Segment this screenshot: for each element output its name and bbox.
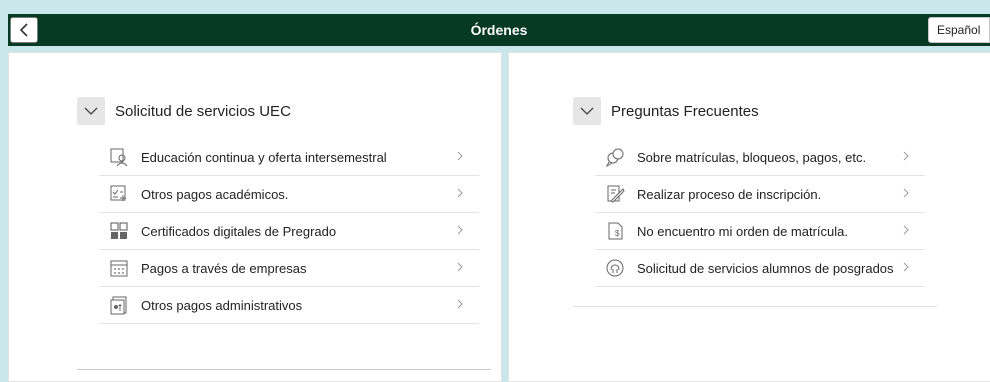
chevron-right-icon bbox=[457, 262, 463, 272]
chevron-right-icon bbox=[457, 151, 463, 161]
support-globe-icon bbox=[605, 258, 625, 278]
item-label: Sobre matrículas, bloqueos, pagos, etc. bbox=[637, 149, 867, 165]
chevron-right-icon bbox=[457, 299, 463, 309]
item-label: Certificados digitales de Pregrado bbox=[141, 223, 337, 239]
person-board-icon bbox=[109, 147, 129, 167]
divider bbox=[573, 306, 937, 307]
page-title: Órdenes bbox=[470, 22, 528, 38]
checklist-add-icon bbox=[109, 184, 129, 204]
faq-list: Sobre matrículas, bloqueos, pagos, etc. … bbox=[595, 139, 925, 287]
item-label: Educación continua y oferta intersemestr… bbox=[141, 149, 387, 165]
section-title: Preguntas Frecuentes bbox=[611, 102, 759, 120]
list-item[interactable]: Realizar proceso de inscripción. bbox=[595, 176, 925, 213]
calendar-grid-icon bbox=[109, 258, 129, 278]
item-label: Solicitud de servicios alumnos de posgra… bbox=[637, 260, 894, 276]
list-item[interactable]: Sobre matrículas, bloqueos, pagos, etc. bbox=[595, 139, 925, 176]
list-item[interactable]: $ No encuentro mi orden de matrícula. bbox=[595, 213, 925, 250]
document-dollar-icon: $ bbox=[605, 221, 625, 241]
list-item[interactable]: Certificados digitales de Pregrado bbox=[99, 213, 479, 250]
chevron-down-icon bbox=[580, 107, 594, 115]
list-item[interactable]: Educación continua y oferta intersemestr… bbox=[99, 139, 479, 176]
list-item[interactable]: Otros pagos académicos. bbox=[99, 176, 479, 213]
chevron-right-icon bbox=[903, 225, 909, 235]
grid-apps-icon bbox=[109, 221, 129, 241]
language-selector[interactable]: Español bbox=[928, 17, 990, 43]
services-list: Educación continua y oferta intersemestr… bbox=[99, 139, 479, 324]
chevron-right-icon bbox=[903, 262, 909, 272]
section-title: Solicitud de servicios UEC bbox=[115, 102, 291, 120]
chevron-right-icon bbox=[457, 225, 463, 235]
chevron-down-icon bbox=[84, 107, 98, 115]
item-label: Otros pagos académicos. bbox=[141, 186, 289, 202]
services-panel: Solicitud de servicios UEC Educación con… bbox=[8, 52, 502, 382]
collapse-toggle[interactable] bbox=[77, 97, 105, 125]
collapse-toggle[interactable] bbox=[573, 97, 601, 125]
discussion-icon bbox=[605, 147, 625, 167]
divider bbox=[77, 369, 491, 370]
item-label: Realizar proceso de inscripción. bbox=[637, 186, 822, 202]
list-item[interactable]: Solicitud de servicios alumnos de posgra… bbox=[595, 250, 925, 287]
chevron-right-icon bbox=[457, 188, 463, 198]
chevron-right-icon bbox=[903, 151, 909, 161]
item-label: Otros pagos administrativos bbox=[141, 297, 303, 313]
chevron-right-icon bbox=[903, 188, 909, 198]
faq-panel: Preguntas Frecuentes Sobre matrículas, b… bbox=[508, 52, 990, 382]
top-bar: Órdenes Español bbox=[8, 14, 990, 46]
list-item[interactable]: Otros pagos administrativos bbox=[99, 287, 479, 324]
faq-section-header[interactable]: Preguntas Frecuentes bbox=[573, 97, 759, 125]
list-item[interactable]: Pagos a través de empresas bbox=[99, 250, 479, 287]
item-label: Pagos a través de empresas bbox=[141, 260, 307, 276]
svg-text:$: $ bbox=[615, 229, 620, 238]
edit-document-icon bbox=[605, 184, 625, 204]
services-section-header[interactable]: Solicitud de servicios UEC bbox=[77, 97, 291, 125]
document-payment-icon bbox=[109, 295, 129, 315]
item-label: No encuentro mi orden de matrícula. bbox=[637, 223, 848, 239]
